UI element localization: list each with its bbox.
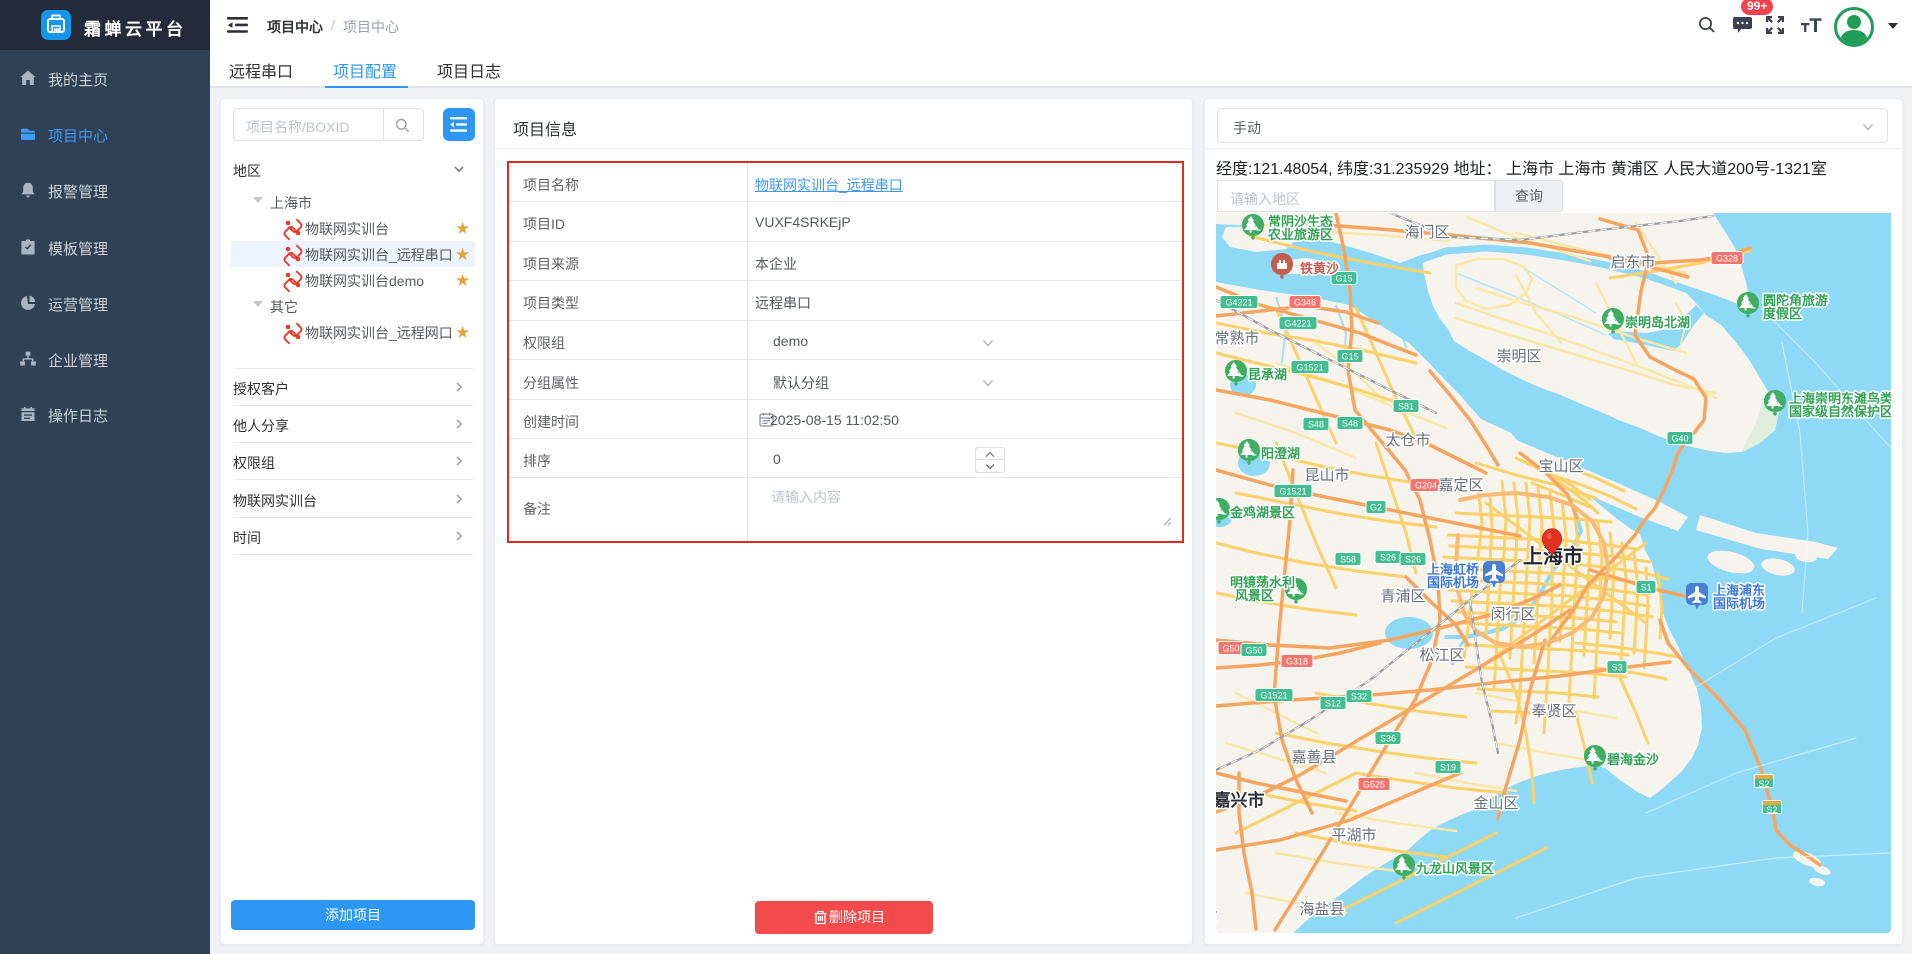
svg-text:G50: G50 [1245, 646, 1262, 656]
svg-text:常熟市: 常熟市 [1216, 330, 1260, 347]
svg-text:S26: S26 [1380, 553, 1396, 563]
svg-text:国际机场: 国际机场 [1427, 575, 1479, 590]
svg-text:市: 市 [1216, 909, 1218, 926]
svg-text:崇明区: 崇明区 [1496, 348, 1541, 365]
svg-text:度假区: 度假区 [1763, 306, 1802, 321]
svg-text:G1521: G1521 [1296, 363, 1323, 373]
svg-text:昆承湖: 昆承湖 [1248, 367, 1287, 382]
svg-text:太仓市: 太仓市 [1385, 432, 1430, 449]
svg-text:S32: S32 [1351, 692, 1367, 702]
svg-text:松江区: 松江区 [1419, 647, 1464, 664]
svg-text:G318: G318 [1286, 657, 1308, 667]
svg-text:S81: S81 [1398, 402, 1414, 412]
svg-text:G4221: G4221 [1284, 319, 1311, 329]
svg-text:G204: G204 [1415, 481, 1437, 491]
svg-text:海门区: 海门区 [1404, 224, 1449, 241]
svg-text:宝山区: 宝山区 [1538, 458, 1583, 475]
svg-text:嘉兴市: 嘉兴市 [1216, 790, 1265, 810]
svg-text:G4221: G4221 [1225, 298, 1252, 308]
svg-text:平湖市: 平湖市 [1331, 827, 1376, 844]
svg-text:S12: S12 [1325, 699, 1341, 709]
svg-text:阳澄湖: 阳澄湖 [1261, 446, 1300, 461]
svg-text:S1: S1 [1640, 583, 1651, 593]
svg-text:闵行区: 闵行区 [1490, 606, 1535, 623]
svg-text:风景区: 风景区 [1235, 588, 1274, 603]
svg-text:S48: S48 [1342, 419, 1358, 429]
svg-text:S2: S2 [1766, 805, 1777, 815]
svg-text:S19: S19 [1440, 763, 1456, 773]
svg-text:九龙山风景区: 九龙山风景区 [1415, 861, 1494, 876]
svg-text:青浦区: 青浦区 [1380, 588, 1425, 605]
svg-text:S36: S36 [1380, 734, 1396, 744]
svg-text:金山区: 金山区 [1473, 795, 1518, 812]
svg-text:国际机场: 国际机场 [1713, 596, 1765, 611]
svg-text:G40: G40 [1671, 434, 1688, 444]
svg-text:G50: G50 [1222, 644, 1239, 654]
svg-text:嘉善县: 嘉善县 [1291, 749, 1336, 766]
svg-text:S26: S26 [1405, 555, 1421, 565]
svg-text:G328: G328 [1716, 254, 1738, 264]
svg-text:铁黄沙: 铁黄沙 [1299, 261, 1339, 276]
svg-text:G1521: G1521 [1260, 691, 1287, 701]
svg-text:G2: G2 [1370, 503, 1382, 513]
svg-text:S58: S58 [1340, 555, 1356, 565]
svg-text:S2: S2 [1758, 779, 1769, 789]
svg-text:海盐县: 海盐县 [1299, 901, 1344, 918]
svg-text:金鸡湖景区: 金鸡湖景区 [1229, 505, 1295, 520]
svg-text:G1521: G1521 [1279, 487, 1306, 497]
svg-text:S48: S48 [1308, 420, 1324, 430]
svg-text:崇明岛北湖: 崇明岛北湖 [1625, 315, 1690, 330]
svg-text:G346: G346 [1294, 298, 1316, 308]
svg-text:G525: G525 [1363, 780, 1385, 790]
svg-text:嘉定区: 嘉定区 [1438, 477, 1483, 494]
svg-text:农业旅游区: 农业旅游区 [1267, 227, 1333, 242]
svg-text:碧海金沙: 碧海金沙 [1606, 752, 1659, 767]
svg-text:昆山市: 昆山市 [1304, 467, 1349, 484]
svg-text:启东市: 启东市 [1610, 254, 1655, 271]
svg-text:G15: G15 [1341, 352, 1358, 362]
svg-text:S3: S3 [1611, 663, 1622, 673]
svg-text:国家级自然保护区: 国家级自然保护区 [1789, 404, 1891, 419]
svg-text:奉贤区: 奉贤区 [1531, 702, 1576, 720]
